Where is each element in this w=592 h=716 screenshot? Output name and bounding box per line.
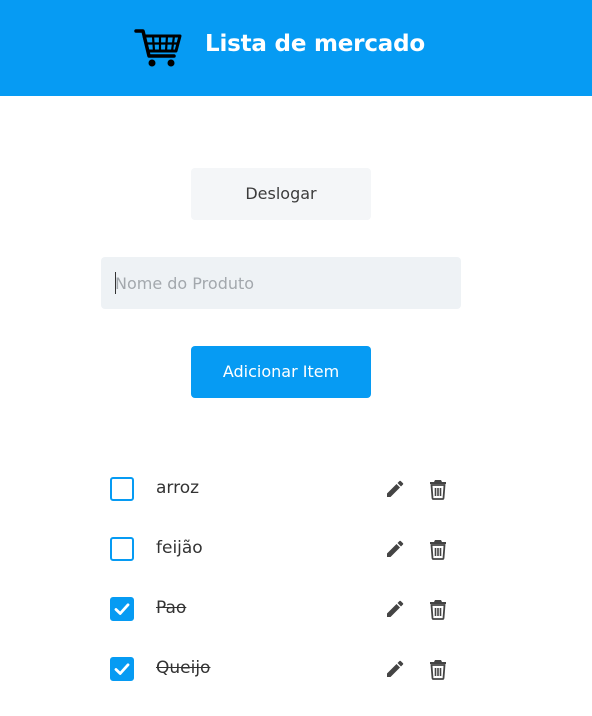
item-label: feijão bbox=[156, 538, 203, 558]
item-checkbox[interactable] bbox=[110, 477, 134, 501]
edit-pencil-icon[interactable] bbox=[385, 599, 405, 619]
app-header: Lista de mercado bbox=[0, 0, 592, 96]
delete-trash-icon[interactable] bbox=[428, 538, 448, 560]
item-label: Queijo bbox=[156, 658, 211, 678]
check-icon bbox=[114, 603, 130, 615]
delete-trash-icon[interactable] bbox=[428, 658, 448, 680]
list-item: arroz bbox=[0, 458, 592, 518]
logout-button[interactable]: Deslogar bbox=[191, 168, 371, 220]
shopping-cart-icon bbox=[134, 27, 182, 69]
item-checkbox-checked[interactable] bbox=[110, 657, 134, 681]
app-title: Lista de mercado bbox=[205, 31, 425, 57]
add-item-button[interactable]: Adicionar Item bbox=[191, 346, 371, 398]
item-list: arroz feijão Pao Queijo bbox=[0, 458, 592, 698]
edit-pencil-icon[interactable] bbox=[385, 479, 405, 499]
list-item: Pao bbox=[0, 578, 592, 638]
check-icon bbox=[114, 663, 130, 675]
edit-pencil-icon[interactable] bbox=[385, 539, 405, 559]
delete-trash-icon[interactable] bbox=[428, 598, 448, 620]
item-checkbox-checked[interactable] bbox=[110, 597, 134, 621]
text-cursor bbox=[115, 272, 116, 294]
delete-trash-icon[interactable] bbox=[428, 478, 448, 500]
edit-pencil-icon[interactable] bbox=[385, 659, 405, 679]
product-name-input[interactable] bbox=[101, 257, 461, 309]
list-item: Queijo bbox=[0, 638, 592, 698]
item-checkbox[interactable] bbox=[110, 537, 134, 561]
item-label: arroz bbox=[156, 478, 200, 498]
item-label: Pao bbox=[156, 598, 187, 618]
list-item: feijão bbox=[0, 518, 592, 578]
